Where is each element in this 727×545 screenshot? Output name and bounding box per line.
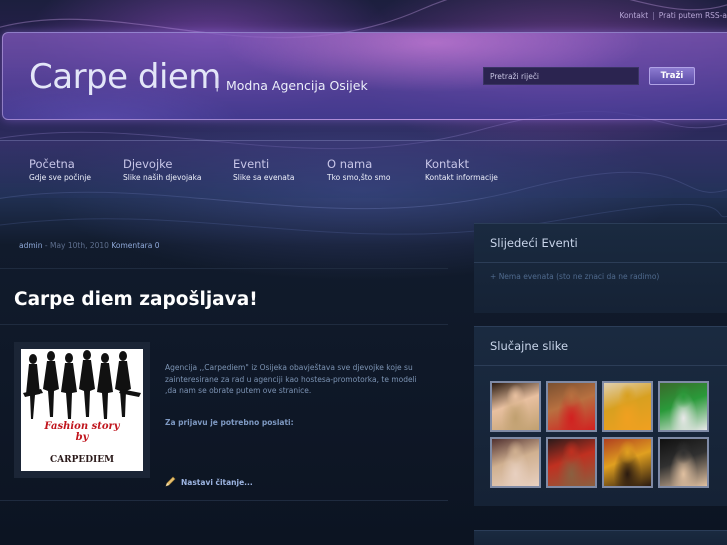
header-banner: Carpe diem | Modna Agencija Osijek Traži xyxy=(2,32,727,120)
events-widget-title: Slijedeći Eventi xyxy=(490,236,578,250)
thumbnail-line2: by xyxy=(75,432,89,443)
thumbnail-line1: Fashion story xyxy=(44,421,120,432)
nav-item-subtitle: Gdje sve počinje xyxy=(29,173,92,182)
top-links: Kontakt | Prati putem RSS-a xyxy=(619,11,727,23)
post-divider-top xyxy=(0,268,448,269)
photo-figure xyxy=(548,383,595,430)
top-links-separator: | xyxy=(652,11,655,20)
photo-figure xyxy=(604,383,651,430)
read-more-link[interactable]: Nastavi čitanje... xyxy=(165,476,253,489)
search-button[interactable]: Traži xyxy=(649,67,695,85)
nav-item-title: Eventi xyxy=(233,157,270,171)
post-thumbnail[interactable]: Fashion story by CARPEDIEM xyxy=(21,349,143,471)
main-navigation: Početna Gdje sve počinje Djevojke Slike … xyxy=(0,140,727,198)
photo-figure xyxy=(660,439,707,486)
thumbnail-line3: CARPEDIEM xyxy=(49,455,115,465)
random-photo-thumbnail[interactable] xyxy=(490,381,541,432)
photos-widget-title: Slučajne slike xyxy=(490,339,569,353)
nav-item-djevojke[interactable]: Djevojke Slike naših djevojaka xyxy=(123,157,201,182)
post-thumbnail-frame[interactable]: Fashion story by CARPEDIEM xyxy=(14,342,150,478)
events-empty-text: Nema evenata (sto ne znaci da ne radimo) xyxy=(498,272,660,281)
post-date: - May 10th, 2010 xyxy=(42,241,112,250)
nav-item-title: O nama xyxy=(327,157,373,171)
random-photo-thumbnail[interactable] xyxy=(602,381,653,432)
nav-item-title: Početna xyxy=(29,157,75,171)
fashion-silhouettes-image xyxy=(23,350,141,419)
nav-item-subtitle: Slike sa evenata xyxy=(233,173,295,182)
post-title[interactable]: Carpe diem zapošljava! xyxy=(14,289,258,310)
rss-link[interactable]: Prati putem RSS-a xyxy=(659,11,727,23)
post-meta: admin - May 10th, 2010 Komentara 0 xyxy=(19,241,160,250)
events-bullet: + xyxy=(490,272,497,281)
thumbnail-caption: Fashion story by xyxy=(21,421,143,443)
random-photo-thumbnail[interactable] xyxy=(658,381,709,432)
post-requirement: Za prijavu je potrebno poslati: xyxy=(165,418,294,427)
photo-figure xyxy=(604,439,651,486)
events-widget-divider xyxy=(474,262,727,263)
post-comments-link[interactable]: Komentara 0 xyxy=(111,241,159,250)
random-photo-thumbnail[interactable] xyxy=(602,437,653,488)
read-more-label: Nastavi čitanje... xyxy=(181,478,253,487)
post-author-link[interactable]: admin xyxy=(19,241,43,250)
photo-figure xyxy=(492,383,539,430)
random-photo-thumbnail[interactable] xyxy=(490,437,541,488)
next-widget xyxy=(474,530,727,545)
nav-item-pocetna[interactable]: Početna Gdje sve počinje xyxy=(29,157,91,182)
random-photos-widget: Slučajne slike xyxy=(474,326,727,506)
post-divider-bottom xyxy=(0,500,448,501)
site-title[interactable]: Carpe diem xyxy=(29,57,221,97)
nav-item-subtitle: Kontakt informacije xyxy=(425,173,498,182)
nav-item-subtitle: Slike naših djevojaka xyxy=(123,173,202,182)
random-photo-thumbnail[interactable] xyxy=(546,381,597,432)
nav-item-title: Djevojke xyxy=(123,157,173,171)
site-subtitle: Modna Agencija Osijek xyxy=(226,78,368,93)
post-body: Agencija ,,Carpediem" iz Osijeka obavješ… xyxy=(165,362,427,397)
pencil-icon xyxy=(165,476,176,489)
contact-link[interactable]: Kontakt xyxy=(619,11,648,23)
random-photo-thumbnail[interactable] xyxy=(546,437,597,488)
events-widget: Slijedeći Eventi + Nema evenata (sto ne … xyxy=(474,223,727,313)
post-divider-title xyxy=(0,324,448,325)
nav-item-o-nama[interactable]: O nama Tko smo,što smo xyxy=(327,157,390,182)
nav-item-kontakt[interactable]: Kontakt Kontakt informacije xyxy=(425,157,498,182)
events-empty-item: + Nema evenata (sto ne znaci da ne radim… xyxy=(490,272,659,281)
title-separator: | xyxy=(215,77,220,92)
post-body-text: Agencija ,,Carpediem" iz Osijeka obavješ… xyxy=(165,363,417,395)
search-input[interactable] xyxy=(483,67,639,85)
nav-item-eventi[interactable]: Eventi Slike sa evenata xyxy=(233,157,294,182)
nav-item-subtitle: Tko smo,što smo xyxy=(327,173,391,182)
photo-figure xyxy=(548,439,595,486)
photo-figure xyxy=(660,383,707,430)
photo-figure xyxy=(492,439,539,486)
random-photo-thumbnail[interactable] xyxy=(658,437,709,488)
nav-item-title: Kontakt xyxy=(425,157,470,171)
photos-widget-divider xyxy=(474,365,727,366)
